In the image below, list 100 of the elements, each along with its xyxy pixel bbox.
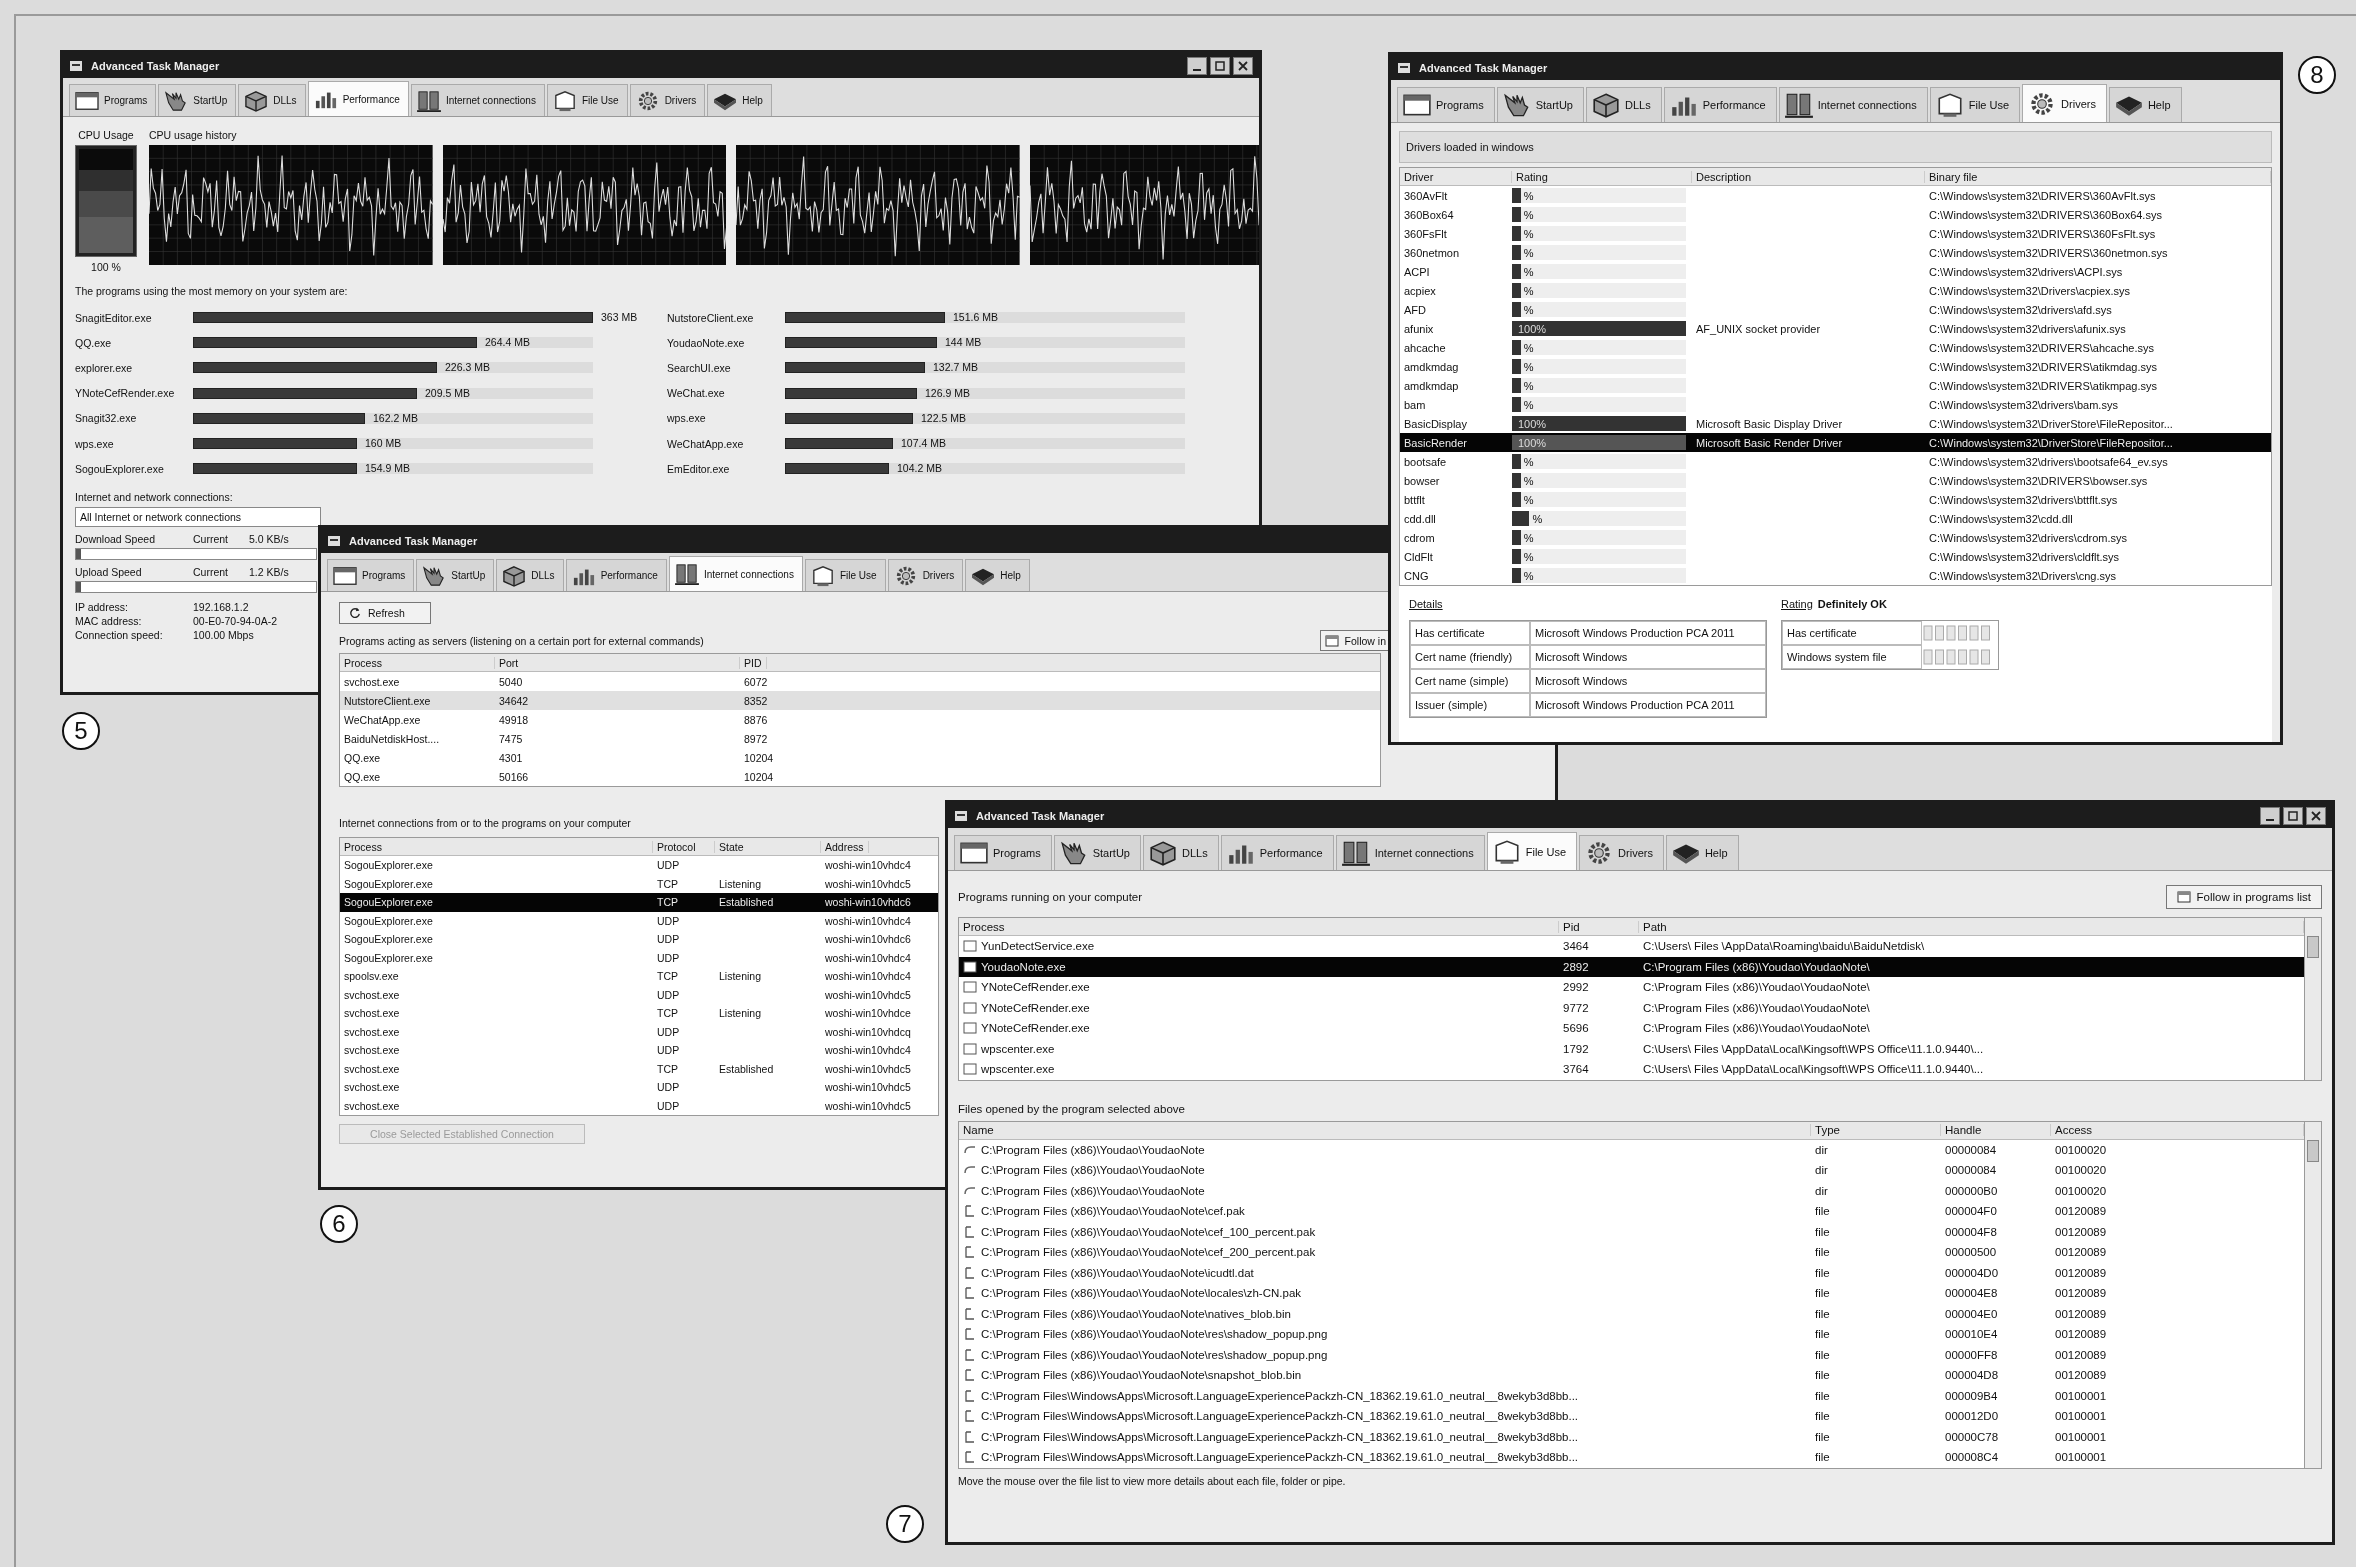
tab[interactable]: Performance <box>307 81 409 116</box>
tab[interactable]: StartUp <box>158 84 237 116</box>
tab[interactable]: StartUp <box>1053 835 1141 870</box>
table-cell-text: 000010E4 <box>1944 1328 1999 1341</box>
memory-value: 209.5 MB <box>425 386 470 399</box>
table-cell-text: file <box>1814 1410 1831 1423</box>
table-row[interactable]: YoudaoNote.exe 2892 C:\Program Files (x86)\Youdao\YoudaoNote\ <box>959 956 2304 977</box>
app-icon <box>963 981 977 994</box>
tab[interactable]: StartUp <box>1496 87 1584 122</box>
table-cell-text: file <box>1814 1328 1831 1341</box>
table-cell-text: 360AvFlt <box>1403 189 1449 202</box>
tab[interactable]: Help <box>1665 835 1739 870</box>
tab[interactable]: Drivers <box>2022 84 2107 122</box>
app-icon <box>954 809 968 822</box>
table-cell: YoudaoNote.exe <box>981 960 1066 973</box>
memory-caption: The programs using the most memory on your system are: <box>75 285 349 299</box>
scrollbar[interactable] <box>2305 917 2322 1081</box>
table-cell-text: afunix <box>1403 322 1435 335</box>
dropdown[interactable]: All Internet or network connections <box>75 507 321 528</box>
close-button[interactable] <box>2306 806 2326 825</box>
tab[interactable]: Programs <box>327 559 415 591</box>
memory-value: 126.9 MB <box>925 386 970 399</box>
details-link[interactable]: Details <box>1409 598 1767 610</box>
tab[interactable]: DLLs <box>238 84 306 116</box>
table-cell-text: woshi-win10vhdc4 <box>824 951 912 964</box>
tab[interactable]: Help <box>965 559 1030 591</box>
tab[interactable]: Internet connections <box>1335 835 1485 870</box>
table-cell-text: svchost.exe <box>343 1044 401 1057</box>
tab[interactable]: Internet connections <box>668 556 803 591</box>
tab[interactable]: Help <box>707 84 772 116</box>
tab[interactable]: File Use <box>546 84 628 116</box>
minimize-button[interactable] <box>1187 56 1207 75</box>
process-name: EmEditor.exe <box>667 462 731 475</box>
table-cell-text: Established <box>718 1062 775 1075</box>
table-cell-text: CldFlt <box>1403 550 1434 563</box>
table-cell-text: SogouExplorer.exe <box>343 859 434 872</box>
tab[interactable]: StartUp <box>416 559 495 591</box>
table-cell-text: C:\Windows\system32\DRIVERS\ahcache.sys <box>1928 341 2155 354</box>
rating-reading: % <box>1523 398 1534 411</box>
tab[interactable]: Internet connections <box>410 84 545 116</box>
scrollbar[interactable] <box>2305 1120 2322 1469</box>
tab[interactable]: Drivers <box>629 84 706 116</box>
table-cell-text: NutstoreClient.exe <box>343 694 432 707</box>
table-cell-text: SogouExplorer.exe <box>343 933 434 946</box>
table-cell-text: cdrom <box>1403 531 1436 544</box>
refresh-button[interactable]: Refresh <box>339 602 431 624</box>
tab[interactable]: Programs <box>954 835 1052 870</box>
tab[interactable]: Internet connections <box>1778 87 1928 122</box>
table-row[interactable]: NutstoreClient.exe 34642 8352 <box>340 691 1380 710</box>
table-cell-text: UDP <box>656 933 681 946</box>
table-cell: Issuer (simple) <box>1410 693 1530 717</box>
table-cell-text: svchost.exe <box>343 988 401 1001</box>
table-cell-text: woshi-win10vhdc6 <box>824 896 912 909</box>
minimize-button[interactable] <box>2260 806 2280 825</box>
table-cell: C:\Program Files (x86)\Youdao\YoudaoNote <box>981 1164 1205 1177</box>
tab[interactable]: File Use <box>804 559 886 591</box>
tab[interactable]: Performance <box>1220 835 1334 870</box>
app-icon <box>69 59 83 72</box>
rating-reading: % <box>1523 379 1534 392</box>
rating-reading: % <box>1523 360 1534 373</box>
table-cell: C:\Program Files (x86)\Youdao\YoudaoNote <box>981 1143 1205 1156</box>
column-header: Name <box>959 1124 1811 1136</box>
tab[interactable]: Performance <box>1663 87 1777 122</box>
table-row[interactable]: SogouExplorer.exe TCP Established woshi-win10vhdc6 <box>340 893 938 912</box>
section-caption: Programs acting as servers (listening on a certain port for external commands) <box>339 634 704 647</box>
status-text: Move the mouse over the file list to view more details about each file, folder or pipe. <box>958 1474 1347 1487</box>
tab[interactable]: File Use <box>1486 832 1578 870</box>
follow-button[interactable]: Follow in <box>1319 630 1391 651</box>
table-cell-text: 3464 <box>1562 940 1590 953</box>
tab[interactable]: Drivers <box>887 559 964 591</box>
table-row[interactable]: BasicRender 100% Microsoft Basic Render Driver C:\Windows\system32\DriverStore\FileRepositor... <box>1400 433 2271 452</box>
app-icon <box>963 1022 977 1035</box>
rating-reading: % <box>1523 303 1534 316</box>
table-cell: Windows system file <box>1782 645 1922 669</box>
tab[interactable]: DLLs <box>1143 835 1219 870</box>
tab[interactable]: DLLs <box>496 559 564 591</box>
app-icon <box>963 940 977 953</box>
tab[interactable]: Programs <box>69 84 157 116</box>
tab[interactable]: File Use <box>1929 87 2021 122</box>
rating-reading: % <box>1523 208 1534 221</box>
table-cell-text: C:\Program Files (x86)\Youdao\YoudaoNote\ <box>1642 1001 1871 1014</box>
window-title: Advanced Task Manager <box>349 534 478 547</box>
table-cell-text: Listening <box>718 1007 763 1020</box>
server-icon <box>1783 92 1814 118</box>
table-cell-text: 2892 <box>1562 960 1590 973</box>
follow-button[interactable]: Follow in programs list <box>2165 885 2322 909</box>
tab[interactable]: Programs <box>1397 87 1495 122</box>
tab[interactable]: Performance <box>565 559 667 591</box>
process-name: SogouExplorer.exe <box>75 462 165 475</box>
close-button[interactable] <box>1233 56 1253 75</box>
maximize-button[interactable] <box>2283 806 2303 825</box>
tab[interactable]: Drivers <box>1579 835 1664 870</box>
table-cell-text: woshi-win10vhdc5 <box>824 988 912 1001</box>
table-cell-text: 2992 <box>1562 981 1590 994</box>
tab[interactable]: DLLs <box>1586 87 1662 122</box>
table-cell-text: CNG <box>1403 569 1430 582</box>
tab[interactable]: Help <box>2108 87 2182 122</box>
maximize-button[interactable] <box>1210 56 1230 75</box>
refresh-icon <box>348 607 362 619</box>
rating-link[interactable]: Rating <box>1781 598 1813 610</box>
